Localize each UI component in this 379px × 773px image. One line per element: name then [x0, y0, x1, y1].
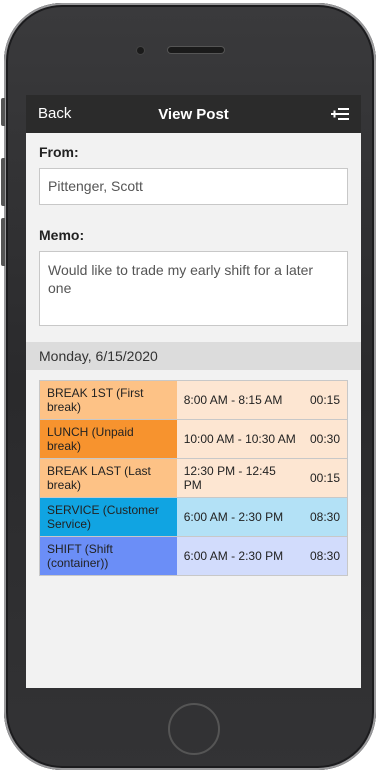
segment-name: LUNCH (Unpaid break)	[39, 419, 177, 459]
front-camera	[137, 47, 144, 54]
memo-field: Would like to trade my early shift for a…	[39, 251, 348, 326]
segment-duration: 08:30	[302, 497, 348, 537]
navigation-bar: Back View Post	[26, 95, 361, 133]
segment-name: SHIFT (Shift (container))	[39, 536, 177, 576]
earpiece-speaker	[168, 47, 224, 53]
segment-time: 10:00 AM - 10:30 AM	[176, 419, 303, 459]
volume-up-button	[1, 158, 5, 206]
segment-duration: 00:15	[302, 380, 348, 420]
segment-duration: 08:30	[302, 536, 348, 576]
from-label: From:	[39, 144, 79, 160]
segment-name: SERVICE (Customer Service)	[39, 497, 177, 537]
page-title: View Post	[158, 105, 229, 123]
memo-label: Memo:	[39, 227, 85, 243]
home-button[interactable]	[168, 703, 220, 755]
segment-duration: 00:15	[302, 458, 348, 498]
app-screen: Back View Post From: Pittenger, Scott Me…	[26, 95, 361, 688]
shift-segments-table: BREAK 1ST (First break) 8:00 AM - 8:15 AM…	[39, 380, 348, 576]
table-row[interactable]: LUNCH (Unpaid break) 10:00 AM - 10:30 AM 0…	[39, 419, 348, 459]
segment-name: BREAK LAST (Last break)	[39, 458, 177, 498]
from-field: Pittenger, Scott	[39, 168, 348, 205]
table-row[interactable]: SERVICE (Customer Service) 6:00 AM - 2:30…	[39, 497, 348, 537]
segment-time: 6:00 AM - 2:30 PM	[176, 536, 303, 576]
table-row[interactable]: BREAK 1ST (First break) 8:00 AM - 8:15 AM…	[39, 380, 348, 420]
add-list-icon[interactable]	[331, 106, 349, 122]
volume-down-button	[1, 218, 5, 266]
mute-switch	[1, 98, 5, 126]
segment-time: 12:30 PM - 12:45 PM	[176, 458, 303, 498]
table-row[interactable]: SHIFT (Shift (container)) 6:00 AM - 2:30 …	[39, 536, 348, 576]
segment-time: 6:00 AM - 2:30 PM	[176, 497, 303, 537]
segment-time: 8:00 AM - 8:15 AM	[176, 380, 303, 420]
segment-name: BREAK 1ST (First break)	[39, 380, 177, 420]
segment-duration: 00:30	[302, 419, 348, 459]
table-row[interactable]: BREAK LAST (Last break) 12:30 PM - 12:45 …	[39, 458, 348, 498]
back-button[interactable]: Back	[38, 95, 71, 133]
date-header: Monday, 6/15/2020	[26, 342, 361, 370]
